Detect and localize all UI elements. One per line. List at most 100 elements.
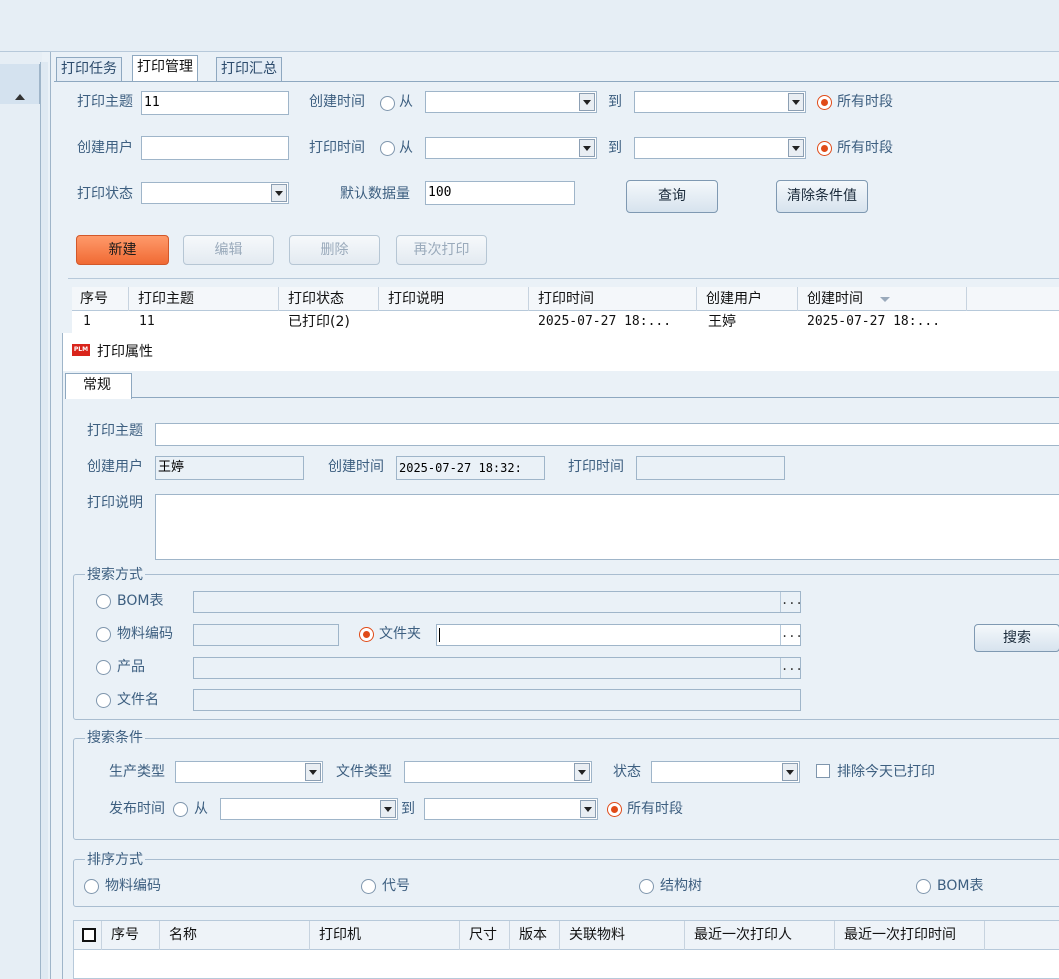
exclude-today-checkbox[interactable] — [816, 764, 830, 778]
default-count-input[interactable]: 100 — [425, 181, 575, 205]
print-time-from-select[interactable] — [425, 137, 597, 159]
plm-logo-icon: PLM — [72, 344, 90, 356]
collapse-up-icon[interactable] — [15, 94, 25, 100]
folder-field[interactable]: ... — [436, 624, 803, 646]
search-conditions-title: 搜索条件 — [85, 729, 145, 747]
tab-general-label: 常规 — [83, 377, 111, 393]
material-code-radio[interactable] — [96, 627, 111, 642]
tab-print-management[interactable]: 打印管理 — [132, 55, 198, 82]
sort-mode-title: 排序方式 — [85, 851, 145, 869]
print-all-periods-radio[interactable] — [817, 141, 832, 156]
print-time-to-select[interactable] — [634, 137, 806, 159]
product-radio[interactable] — [96, 660, 111, 675]
dialog-create-time-field: 2025-07-27 18:32: — [396, 456, 545, 480]
col-header[interactable]: 打印时间 — [538, 288, 594, 310]
col-header[interactable]: 版本 — [519, 924, 547, 946]
create-all-periods-radio[interactable] — [817, 95, 832, 110]
chevron-down-icon[interactable] — [579, 93, 595, 111]
col-header[interactable]: 创建用户 — [706, 288, 762, 310]
filename-radio[interactable] — [96, 693, 111, 708]
chevron-down-icon[interactable] — [788, 139, 804, 157]
col-header[interactable]: 创建时间 — [807, 288, 863, 310]
bom-radio[interactable] — [96, 594, 111, 609]
col-header[interactable]: 打印主题 — [138, 288, 194, 310]
tab-print-summary[interactable]: 打印汇总 — [216, 57, 282, 81]
sort-desc-icon[interactable] — [880, 297, 890, 302]
material-code-label: 物料编码 — [117, 626, 173, 642]
dialog-desc-textarea[interactable] — [155, 494, 1059, 560]
select-all-checkbox[interactable] — [82, 928, 96, 942]
print-subject-input[interactable]: 11 — [141, 91, 289, 115]
sort-code-radio[interactable] — [361, 879, 376, 894]
browse-button[interactable]: ... — [780, 625, 803, 645]
print-status-select[interactable] — [141, 182, 289, 204]
publish-from-radio[interactable] — [173, 802, 188, 817]
col-header[interactable]: 最近一次打印人 — [694, 924, 792, 946]
col-header[interactable]: 关联物料 — [569, 924, 625, 946]
create-time-from-radio[interactable] — [380, 96, 395, 111]
left-panel-header[interactable] — [0, 64, 40, 104]
col-divider — [101, 921, 102, 950]
filename-label: 文件名 — [117, 692, 159, 708]
chevron-down-icon[interactable] — [574, 763, 590, 781]
tab-underline — [54, 81, 1059, 82]
chevron-down-icon[interactable] — [380, 800, 396, 818]
chevron-down-icon[interactable] — [271, 184, 287, 202]
product-field[interactable]: ... — [193, 657, 803, 679]
print-status-label: 打印状态 — [77, 186, 133, 202]
clear-conditions-button[interactable]: 清除条件值 — [776, 180, 868, 213]
delete-button[interactable]: 删除 — [289, 235, 380, 265]
sort-structure-tree-radio[interactable] — [639, 879, 654, 894]
publish-to-select[interactable] — [424, 798, 598, 820]
new-button[interactable]: 新建 — [76, 235, 169, 265]
dialog-desc-label: 打印说明 — [87, 495, 143, 511]
tab-print-tasks[interactable]: 打印任务 — [56, 57, 122, 81]
sort-bom-radio[interactable] — [916, 879, 931, 894]
browse-button[interactable]: ... — [780, 592, 803, 612]
status-select[interactable] — [651, 761, 800, 783]
create-time-to-select[interactable] — [634, 91, 806, 113]
publish-from-select[interactable] — [220, 798, 398, 820]
sort-material-code-radio[interactable] — [84, 879, 99, 894]
bom-field[interactable]: ... — [193, 591, 803, 613]
create-time-from-select[interactable] — [425, 91, 597, 113]
chevron-down-icon[interactable] — [579, 139, 595, 157]
text-cursor — [439, 628, 440, 642]
edit-button[interactable]: 编辑 — [183, 235, 274, 265]
browse-button[interactable]: ... — [780, 658, 803, 678]
dialog-subject-input[interactable] — [155, 423, 1059, 446]
sort-material-code-label: 物料编码 — [105, 878, 161, 894]
dialog-titlebar[interactable]: PLM 打印属性 — [63, 333, 1059, 371]
file-type-label: 文件类型 — [336, 764, 392, 780]
print-time-from-radio[interactable] — [380, 141, 395, 156]
chevron-down-icon[interactable] — [580, 800, 596, 818]
folder-radio[interactable] — [359, 627, 374, 642]
col-header[interactable]: 名称 — [169, 924, 197, 946]
dialog-create-user-label: 创建用户 — [87, 459, 143, 475]
row-cell: 2025-07-27 18:... — [807, 314, 941, 329]
col-header[interactable]: 最近一次打印时间 — [844, 924, 956, 946]
production-type-select[interactable] — [175, 761, 323, 783]
query-button[interactable]: 查询 — [626, 180, 718, 213]
col-header[interactable]: 序号 — [80, 288, 108, 310]
create-user-input[interactable] — [141, 136, 289, 160]
col-divider — [509, 921, 510, 950]
col-header[interactable]: 序号 — [111, 924, 139, 946]
chevron-down-icon[interactable] — [782, 763, 798, 781]
chevron-down-icon[interactable] — [305, 763, 321, 781]
col-divider — [834, 921, 835, 950]
reprint-button[interactable]: 再次打印 — [396, 235, 487, 265]
search-mode-title: 搜索方式 — [85, 566, 145, 584]
col-header[interactable]: 尺寸 — [469, 924, 497, 946]
material-code-field[interactable] — [193, 624, 339, 646]
chevron-down-icon[interactable] — [788, 93, 804, 111]
col-header[interactable]: 打印机 — [319, 924, 361, 946]
col-header[interactable]: 打印说明 — [388, 288, 444, 310]
publish-all-periods-radio[interactable] — [607, 802, 622, 817]
file-type-select[interactable] — [404, 761, 592, 783]
dialog-create-user-field: 王婷 — [155, 456, 304, 480]
col-header[interactable]: 打印状态 — [288, 288, 344, 310]
default-count-label: 默认数据量 — [340, 186, 410, 202]
search-button[interactable]: 搜索 — [974, 624, 1059, 652]
filename-field[interactable] — [193, 689, 801, 711]
